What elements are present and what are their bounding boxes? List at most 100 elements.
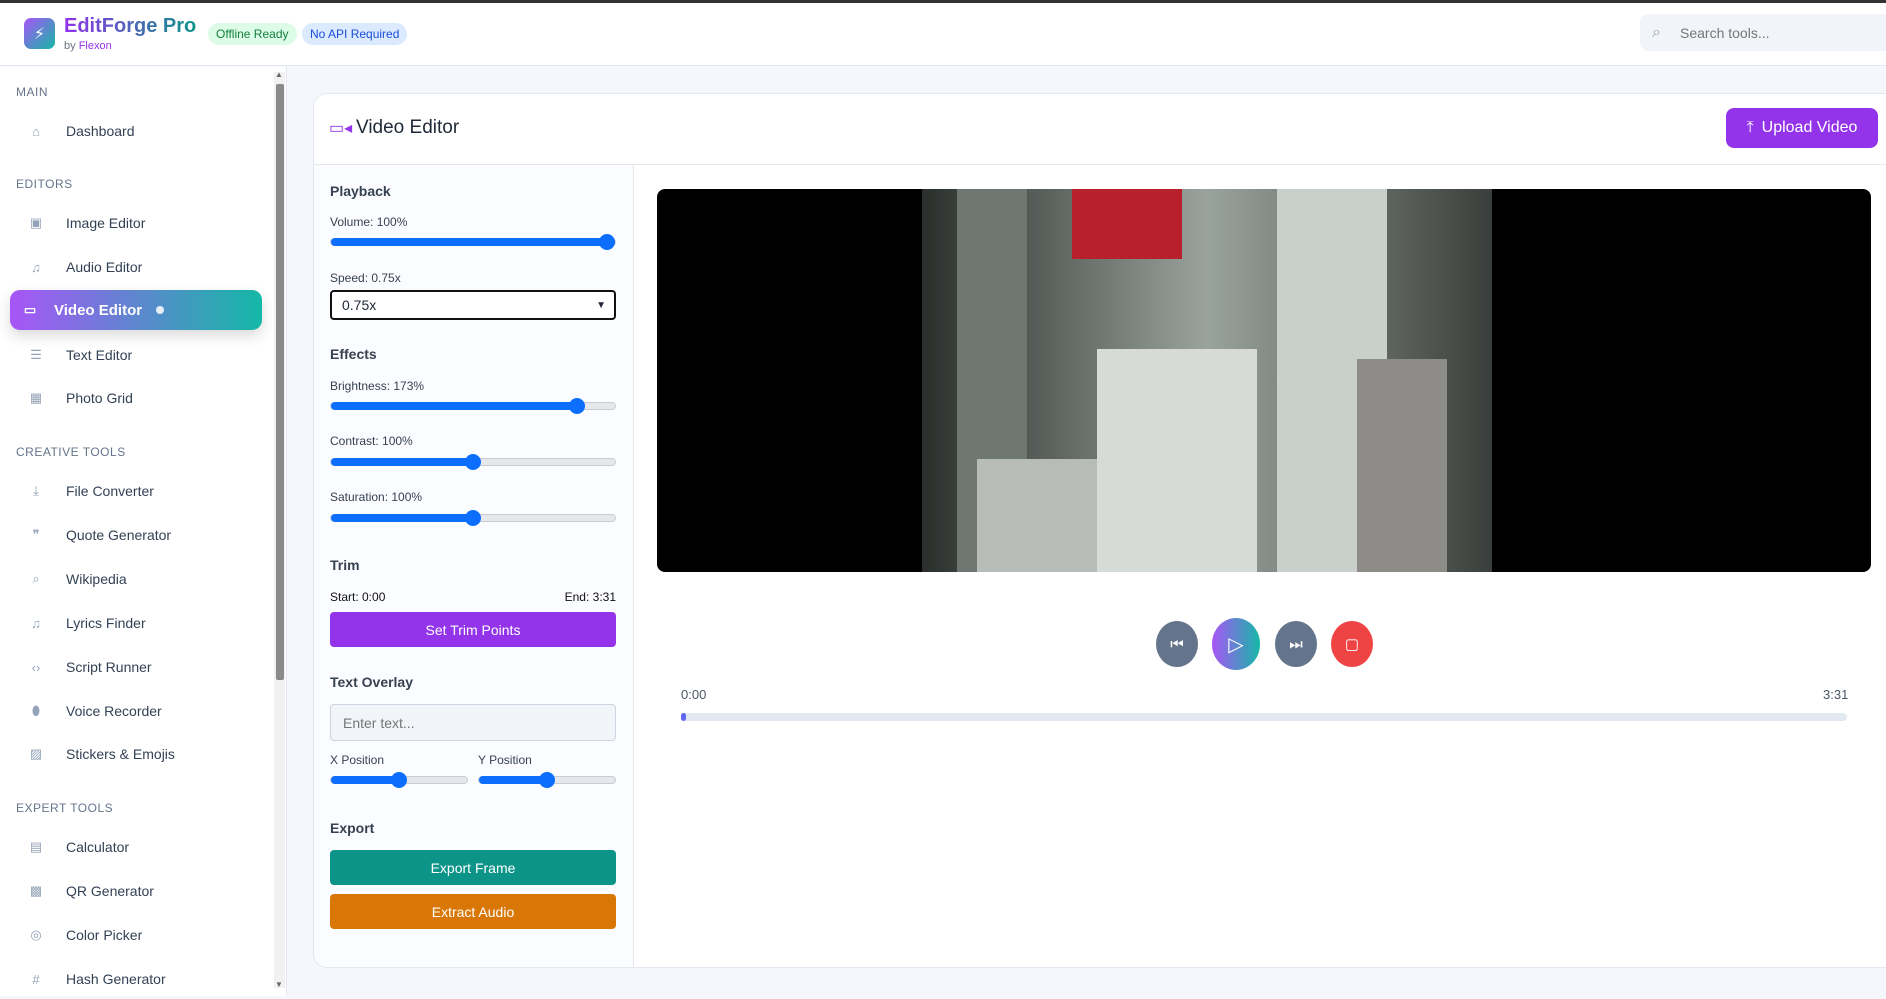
stop-button[interactable]: ▢ bbox=[1331, 621, 1373, 667]
qr-icon: ▩ bbox=[29, 883, 43, 898]
extract-audio-button[interactable]: Extract Audio bbox=[330, 894, 616, 929]
hash-icon: # bbox=[32, 971, 40, 987]
sidebar-item-label: Audio Editor bbox=[66, 259, 143, 275]
sidebar-item-wikipedia[interactable]: ⌕ Wikipedia bbox=[10, 559, 262, 599]
section-creative-tools: CREATIVE TOOLS bbox=[16, 445, 126, 459]
sidebar-item-calculator[interactable]: ▤ Calculator bbox=[10, 827, 262, 867]
search-input[interactable] bbox=[1640, 14, 1886, 51]
sidebar-item-qr-generator[interactable]: ▩ QR Generator bbox=[10, 871, 262, 911]
sidebar-item-label: Photo Grid bbox=[66, 390, 133, 406]
saturation-slider[interactable] bbox=[330, 510, 616, 526]
sidebar-item-label: Hash Generator bbox=[66, 971, 166, 987]
sidebar-item-stickers-emojis[interactable]: ▨ Stickers & Emojis bbox=[10, 734, 262, 774]
text-overlay-heading: Text Overlay bbox=[330, 674, 414, 690]
sidebar-item-label: Stickers & Emojis bbox=[66, 746, 175, 762]
music-icon: ♫ bbox=[31, 259, 41, 275]
sidebar-item-label: QR Generator bbox=[66, 883, 154, 899]
contrast-label: Contrast: 100% bbox=[330, 434, 413, 448]
stop-icon: ▢ bbox=[1344, 636, 1360, 653]
sidebar-scrollbar-thumb[interactable] bbox=[276, 84, 284, 680]
sidebar-item-hash-generator[interactable]: # Hash Generator bbox=[10, 959, 262, 999]
volume-label: Volume: 100% bbox=[330, 215, 408, 229]
quote-icon: ❞ bbox=[32, 527, 40, 542]
sidebar-item-label: File Converter bbox=[66, 483, 154, 499]
speed-label: Speed: 0.75x bbox=[330, 271, 401, 285]
by-name: Flexon bbox=[78, 40, 112, 52]
sidebar-item-label: Dashboard bbox=[66, 123, 135, 139]
sidebar-item-label: Wikipedia bbox=[66, 571, 127, 587]
upload-icon: ⤒ bbox=[1746, 119, 1754, 136]
playback-heading: Playback bbox=[330, 183, 391, 199]
search-icon: ⌕ bbox=[32, 571, 40, 586]
sidebar-item-color-picker[interactable]: ◎ Color Picker bbox=[10, 915, 262, 955]
sidebar-item-label: Calculator bbox=[66, 839, 130, 855]
trim-start: Start: 0:00 bbox=[330, 590, 386, 604]
set-trim-points-button[interactable]: Set Trim Points bbox=[330, 612, 616, 647]
sidebar-item-dashboard[interactable]: ⌂ Dashboard bbox=[10, 111, 262, 151]
sidebar-item-file-converter[interactable]: ⤓ File Converter bbox=[10, 471, 262, 511]
speed-select[interactable]: 0.75x ▼ bbox=[330, 290, 616, 320]
export-frame-button[interactable]: Export Frame bbox=[330, 850, 616, 885]
sidebar-item-audio-editor[interactable]: ♫ Audio Editor bbox=[10, 247, 262, 287]
scroll-down-arrow-icon[interactable]: ▼ bbox=[275, 980, 283, 989]
offline-ready-badge: Offline Ready bbox=[208, 23, 297, 45]
sidebar-item-video-editor[interactable]: ▭ Video Editor bbox=[10, 290, 262, 330]
trim-heading: Trim bbox=[330, 557, 360, 573]
sidebar-item-photo-grid[interactable]: ▦ Photo Grid bbox=[10, 378, 262, 418]
active-indicator-dot bbox=[156, 306, 165, 314]
upload-video-button[interactable]: ⤒ Upload Video bbox=[1726, 108, 1878, 148]
sidebar-item-text-editor[interactable]: ☰ Text Editor bbox=[10, 335, 262, 375]
y-position-slider[interactable] bbox=[478, 772, 616, 788]
speed-value: 0.75x bbox=[342, 297, 377, 313]
code-icon: ‹› bbox=[31, 659, 41, 675]
skip-forward-button[interactable]: ⏭︎ bbox=[1275, 621, 1317, 667]
app-name: EditForge Pro bbox=[64, 15, 197, 37]
music-icon: ♫ bbox=[31, 615, 41, 631]
sticker-icon: ▨ bbox=[29, 746, 43, 761]
divider bbox=[314, 164, 1886, 165]
seek-progress bbox=[681, 713, 686, 721]
contrast-slider[interactable] bbox=[330, 454, 616, 470]
saturation-label: Saturation: 100% bbox=[330, 490, 423, 504]
page-title: Video Editor bbox=[356, 117, 460, 138]
controls-panel bbox=[314, 165, 633, 967]
video-player[interactable] bbox=[657, 189, 1871, 572]
video-frame bbox=[922, 189, 1492, 572]
brightness-slider[interactable] bbox=[330, 398, 616, 414]
search-icon: ⌕ bbox=[1652, 24, 1661, 41]
skip-back-icon: ⏮︎ bbox=[1170, 635, 1184, 653]
play-icon: ▷ bbox=[1228, 633, 1244, 656]
play-button[interactable]: ▷ bbox=[1212, 618, 1260, 670]
sidebar-item-label: Quote Generator bbox=[66, 527, 172, 543]
image-icon: ▣ bbox=[29, 215, 43, 230]
trim-end: End: 3:31 bbox=[564, 590, 616, 604]
brightness-label: Brightness: 173% bbox=[330, 379, 425, 393]
byline: by Flexon bbox=[64, 40, 112, 52]
sidebar-item-script-runner[interactable]: ‹› Script Runner bbox=[10, 647, 262, 687]
x-position-label: X Position bbox=[330, 753, 385, 767]
sidebar-item-lyrics-finder[interactable]: ♫ Lyrics Finder bbox=[10, 603, 262, 643]
sidebar-item-label: Image Editor bbox=[66, 215, 146, 231]
y-position-label: Y Position bbox=[478, 753, 532, 767]
effects-heading: Effects bbox=[330, 346, 377, 362]
volume-slider[interactable] bbox=[330, 234, 616, 250]
home-icon: ⌂ bbox=[32, 123, 40, 139]
mic-icon: ⬮ bbox=[31, 703, 41, 718]
sidebar-item-label: Script Runner bbox=[66, 659, 152, 675]
skip-back-button[interactable]: ⏮︎ bbox=[1156, 621, 1198, 667]
chevron-down-icon: ▼ bbox=[596, 299, 606, 311]
sidebar-item-voice-recorder[interactable]: ⬮ Voice Recorder bbox=[10, 691, 262, 731]
file-text-icon: ☰ bbox=[30, 347, 42, 362]
x-position-slider[interactable] bbox=[330, 772, 468, 788]
duration: 3:31 bbox=[1823, 687, 1849, 702]
no-api-badge: No API Required bbox=[302, 23, 408, 45]
scroll-up-arrow-icon[interactable]: ▲ bbox=[275, 70, 283, 79]
current-time: 0:00 bbox=[681, 687, 707, 702]
grid-icon: ▦ bbox=[29, 390, 43, 405]
video-icon: ▭ bbox=[23, 302, 37, 317]
seek-bar[interactable] bbox=[681, 713, 1847, 721]
sidebar-item-quote-generator[interactable]: ❞ Quote Generator bbox=[10, 515, 262, 555]
overlay-text-input[interactable] bbox=[330, 704, 616, 741]
sidebar-item-image-editor[interactable]: ▣ Image Editor bbox=[10, 203, 262, 243]
section-expert-tools: EXPERT TOOLS bbox=[16, 801, 114, 815]
